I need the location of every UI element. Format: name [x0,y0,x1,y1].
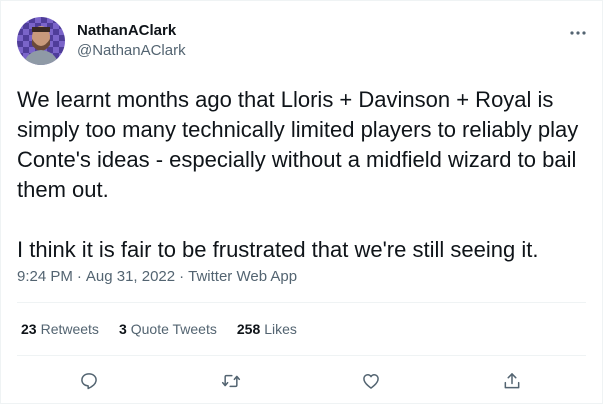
tweet-metadata: 9:24 PM · Aug 31, 2022 · Twitter Web App [17,267,297,287]
likes-label: Likes [264,321,297,337]
retweets-count: 23 [21,321,37,337]
quote-tweets-stat[interactable]: 3 Quote Tweets [119,319,217,339]
retweet-button[interactable] [219,369,243,393]
avatar-image [17,17,65,65]
author-name[interactable]: NathanAClark [77,21,176,41]
meta-separator: · [76,268,82,285]
reply-button[interactable] [77,369,101,393]
like-icon [363,374,379,389]
tweet-source[interactable]: Twitter Web App [188,267,297,287]
retweets-label: Retweets [40,321,99,337]
retweets-stat[interactable]: 23 Retweets [21,319,99,339]
tweet-date[interactable]: Aug 31, 2022 [86,267,175,287]
meta-separator: · [179,268,185,285]
divider [17,355,586,356]
tweet-time[interactable]: 9:24 PM [17,267,73,287]
tweet-stats: 23 Retweets 3 Quote Tweets 258 Likes [21,319,297,339]
likes-count: 258 [236,321,261,337]
tweet-actions [1,367,604,395]
share-icon [504,373,520,389]
author-handle[interactable]: @NathanAClark [77,41,186,61]
divider [17,302,586,303]
retweet-icon [221,374,241,388]
quote-tweets-count: 3 [118,321,127,337]
quote-tweets-label: Quote Tweets [130,321,217,337]
share-button[interactable] [500,369,524,393]
tweet-text: We learnt months ago that Lloris + Davin… [17,87,579,262]
more-options-icon[interactable] [568,25,588,41]
tweet-card: NathanAClark @NathanAClark We learnt mon… [0,0,603,404]
reply-icon [81,373,97,390]
like-button[interactable] [359,369,383,393]
avatar[interactable] [17,17,65,65]
likes-stat[interactable]: 258 Likes [237,319,297,339]
